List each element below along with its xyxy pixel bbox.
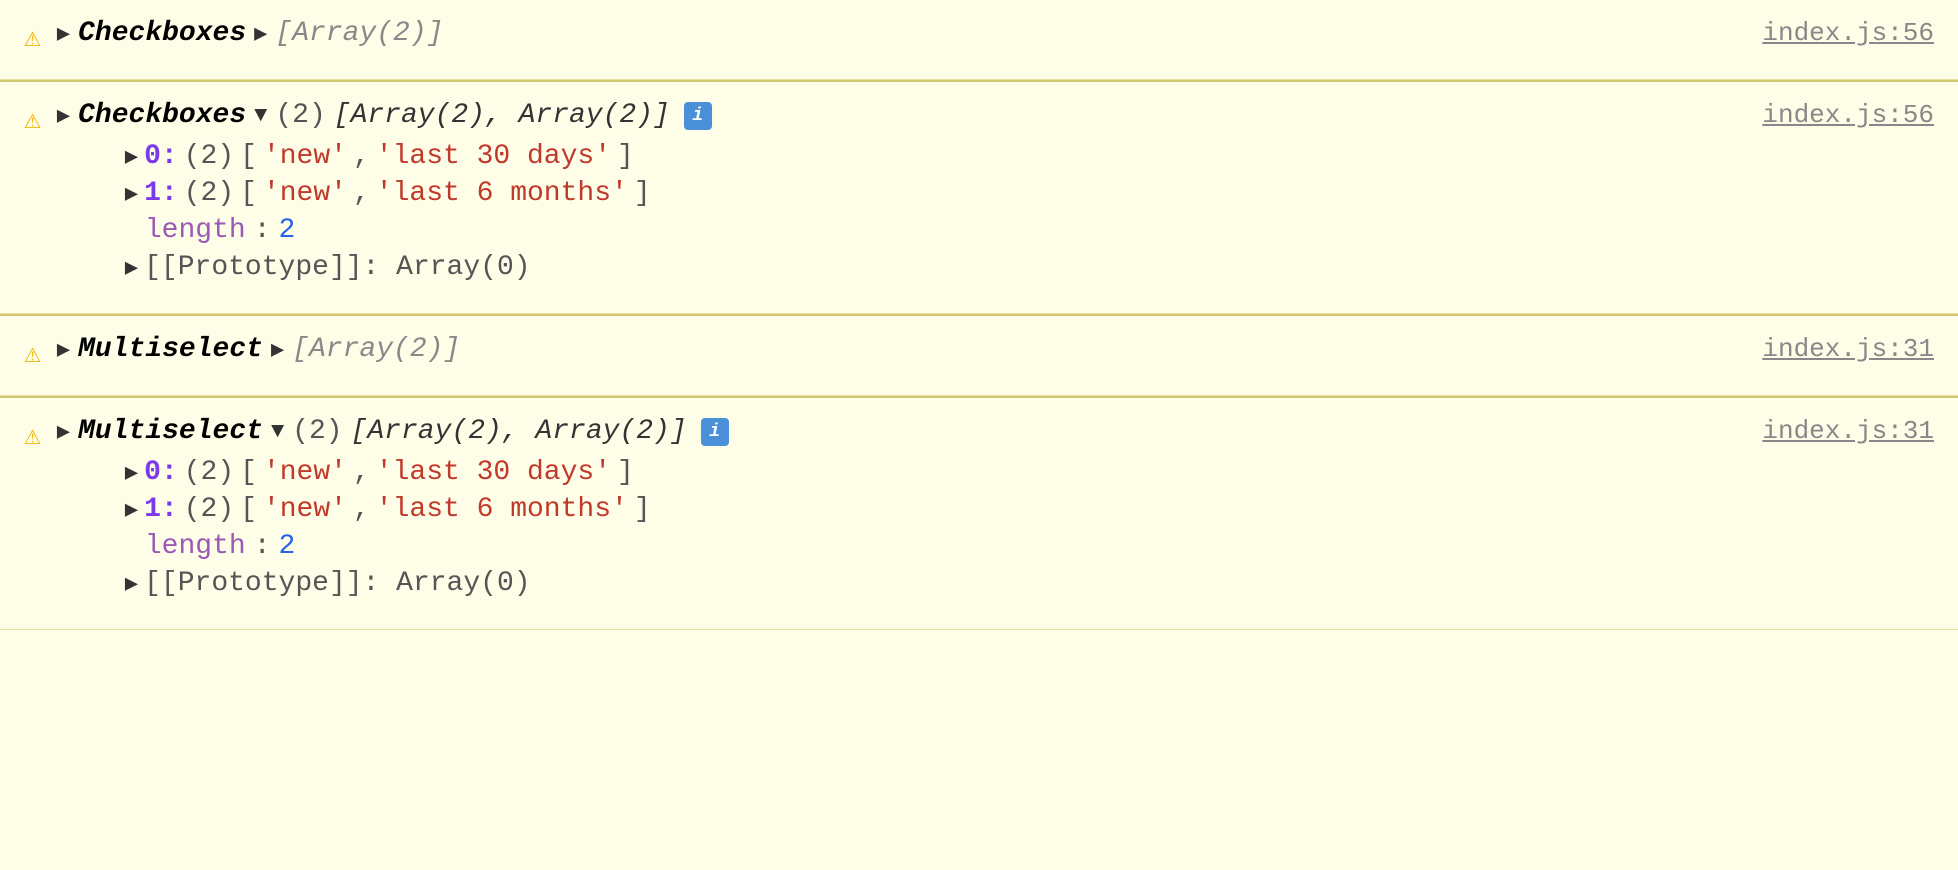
item-count-1: (2) bbox=[184, 494, 234, 525]
array-items-label: [Array(2), Array(2)] bbox=[351, 416, 687, 447]
first-line: ▶ Checkboxes ▼ (2) [Array(2), Array(2)] … bbox=[57, 100, 1723, 131]
console-row-multiselect-collapsed: ⚠ ▶ Multiselect ▶ [Array(2)] index.js:31 bbox=[0, 316, 1958, 396]
item-expand-1[interactable]: ▶ bbox=[125, 181, 138, 207]
array-items-label: [Array(2), Array(2)] bbox=[334, 100, 670, 131]
item-count-0: (2) bbox=[184, 141, 234, 172]
component-name: Multiselect bbox=[78, 334, 263, 365]
prototype-line: ▶ [[Prototype]]: Array(0) bbox=[105, 568, 1723, 599]
bracket-open-1: [ bbox=[240, 178, 257, 209]
item-index-1: 1: bbox=[144, 178, 178, 209]
first-line: ▶ Multiselect ▼ (2) [Array(2), Array(2)]… bbox=[57, 416, 1723, 447]
content-area: ▶ Multiselect ▶ [Array(2)] bbox=[57, 334, 1723, 365]
warning-icon: ⚠ bbox=[24, 336, 41, 371]
file-link[interactable]: index.js:56 bbox=[1762, 18, 1934, 48]
length-line: length : 2 bbox=[105, 215, 1723, 246]
length-val: 2 bbox=[279, 215, 296, 246]
expand-toggle[interactable]: ▶ bbox=[57, 21, 70, 47]
row-left: ⚠ ▶ Checkboxes ▼ (2) [Array(2), Array(2)… bbox=[24, 100, 1722, 289]
console-row-multiselect-expanded: ⚠ ▶ Multiselect ▼ (2) [Array(2), Array(2… bbox=[0, 398, 1958, 630]
expand-toggle[interactable]: ▶ bbox=[57, 419, 70, 445]
warning-icon: ⚠ bbox=[24, 102, 41, 137]
comma-1: , bbox=[353, 494, 370, 525]
component-name: Multiselect bbox=[78, 416, 263, 447]
item-expand-0[interactable]: ▶ bbox=[125, 460, 138, 486]
warning-icon: ⚠ bbox=[24, 418, 41, 453]
expanded-content: ▶ 0: (2) ['new', 'last 30 days'] ▶ 1: (2… bbox=[57, 457, 1723, 599]
content-area: ▶ Multiselect ▼ (2) [Array(2), Array(2)]… bbox=[57, 416, 1723, 605]
item-expand-0[interactable]: ▶ bbox=[125, 144, 138, 170]
length-key: length bbox=[145, 531, 246, 562]
array-triangle[interactable]: ▶ bbox=[271, 337, 284, 363]
item-val-1-1: 'last 6 months' bbox=[376, 494, 628, 525]
colon: : bbox=[254, 215, 271, 246]
item-index-0: 0: bbox=[144, 457, 178, 488]
row-left: ⚠ ▶ Multiselect ▶ [Array(2)] bbox=[24, 334, 1722, 371]
first-line: ▶ Multiselect ▶ [Array(2)] bbox=[57, 334, 1723, 365]
count: (2) bbox=[292, 416, 342, 447]
array-item-1: ▶ 1: (2) ['new', 'last 6 months'] bbox=[105, 494, 1723, 525]
expand-toggle[interactable]: ▶ bbox=[57, 103, 70, 129]
array-item-0: ▶ 0: (2) ['new', 'last 30 days'] bbox=[105, 457, 1723, 488]
bracket-close-0: ] bbox=[617, 457, 634, 488]
item-count-0: (2) bbox=[184, 457, 234, 488]
file-link[interactable]: index.js:56 bbox=[1762, 100, 1934, 130]
content-area: ▶ Checkboxes ▼ (2) [Array(2), Array(2)] … bbox=[57, 100, 1723, 289]
component-name: Checkboxes bbox=[78, 100, 246, 131]
colon: : bbox=[254, 531, 271, 562]
length-line: length : 2 bbox=[105, 531, 1723, 562]
row-left: ⚠ ▶ Multiselect ▼ (2) [Array(2), Array(2… bbox=[24, 416, 1722, 605]
warning-icon: ⚠ bbox=[24, 20, 41, 55]
length-val: 2 bbox=[279, 531, 296, 562]
bracket-open-1: [ bbox=[240, 494, 257, 525]
item-val-1-1: 'last 6 months' bbox=[376, 178, 628, 209]
item-val-0-1: 'last 30 days' bbox=[376, 457, 611, 488]
info-badge: i bbox=[701, 418, 729, 446]
item-val-0-1: 'last 30 days' bbox=[376, 141, 611, 172]
count: (2) bbox=[275, 100, 325, 131]
prototype-text: [[Prototype]]: Array(0) bbox=[144, 252, 530, 283]
array-item-1: ▶ 1: (2) ['new', 'last 6 months'] bbox=[105, 178, 1723, 209]
proto-expand[interactable]: ▶ bbox=[125, 255, 138, 281]
item-count-1: (2) bbox=[184, 178, 234, 209]
proto-expand[interactable]: ▶ bbox=[125, 571, 138, 597]
console-row-checkboxes-collapsed: ⚠ ▶ Checkboxes ▶ [Array(2)] index.js:56 bbox=[0, 0, 1958, 80]
array-triangle-down[interactable]: ▼ bbox=[271, 419, 284, 444]
row-left: ⚠ ▶ Checkboxes ▶ [Array(2)] bbox=[24, 18, 1722, 55]
array-item-0: ▶ 0: (2) ['new', 'last 30 days'] bbox=[105, 141, 1723, 172]
comma-1: , bbox=[353, 178, 370, 209]
item-index-0: 0: bbox=[144, 141, 178, 172]
item-val-0-0: 'new' bbox=[263, 457, 347, 488]
bracket-open-0: [ bbox=[240, 457, 257, 488]
bracket-close-0: ] bbox=[617, 141, 634, 172]
bracket-close-1: ] bbox=[634, 178, 651, 209]
array-triangle[interactable]: ▶ bbox=[254, 21, 267, 47]
item-val-0-0: 'new' bbox=[263, 141, 347, 172]
item-val-1-0: 'new' bbox=[263, 494, 347, 525]
bracket-open-0: [ bbox=[240, 141, 257, 172]
component-name: Checkboxes bbox=[78, 18, 246, 49]
comma-0: , bbox=[353, 141, 370, 172]
item-index-1: 1: bbox=[144, 494, 178, 525]
content-area: ▶ Checkboxes ▶ [Array(2)] bbox=[57, 18, 1723, 49]
prototype-text: [[Prototype]]: Array(0) bbox=[144, 568, 530, 599]
array-summary: [Array(2)] bbox=[292, 334, 460, 365]
length-key: length bbox=[145, 215, 246, 246]
info-badge: i bbox=[684, 102, 712, 130]
expand-toggle[interactable]: ▶ bbox=[57, 337, 70, 363]
item-val-1-0: 'new' bbox=[263, 178, 347, 209]
file-link[interactable]: index.js:31 bbox=[1762, 416, 1934, 446]
console-row-checkboxes-expanded: ⚠ ▶ Checkboxes ▼ (2) [Array(2), Array(2)… bbox=[0, 82, 1958, 314]
prototype-line: ▶ [[Prototype]]: Array(0) bbox=[105, 252, 1723, 283]
file-link[interactable]: index.js:31 bbox=[1762, 334, 1934, 364]
bracket-close-1: ] bbox=[634, 494, 651, 525]
array-triangle-down[interactable]: ▼ bbox=[254, 103, 267, 128]
item-expand-1[interactable]: ▶ bbox=[125, 497, 138, 523]
expanded-content: ▶ 0: (2) ['new', 'last 30 days'] ▶ 1: (2… bbox=[57, 141, 1723, 283]
first-line: ▶ Checkboxes ▶ [Array(2)] bbox=[57, 18, 1723, 49]
array-summary: [Array(2)] bbox=[275, 18, 443, 49]
comma-0: , bbox=[353, 457, 370, 488]
